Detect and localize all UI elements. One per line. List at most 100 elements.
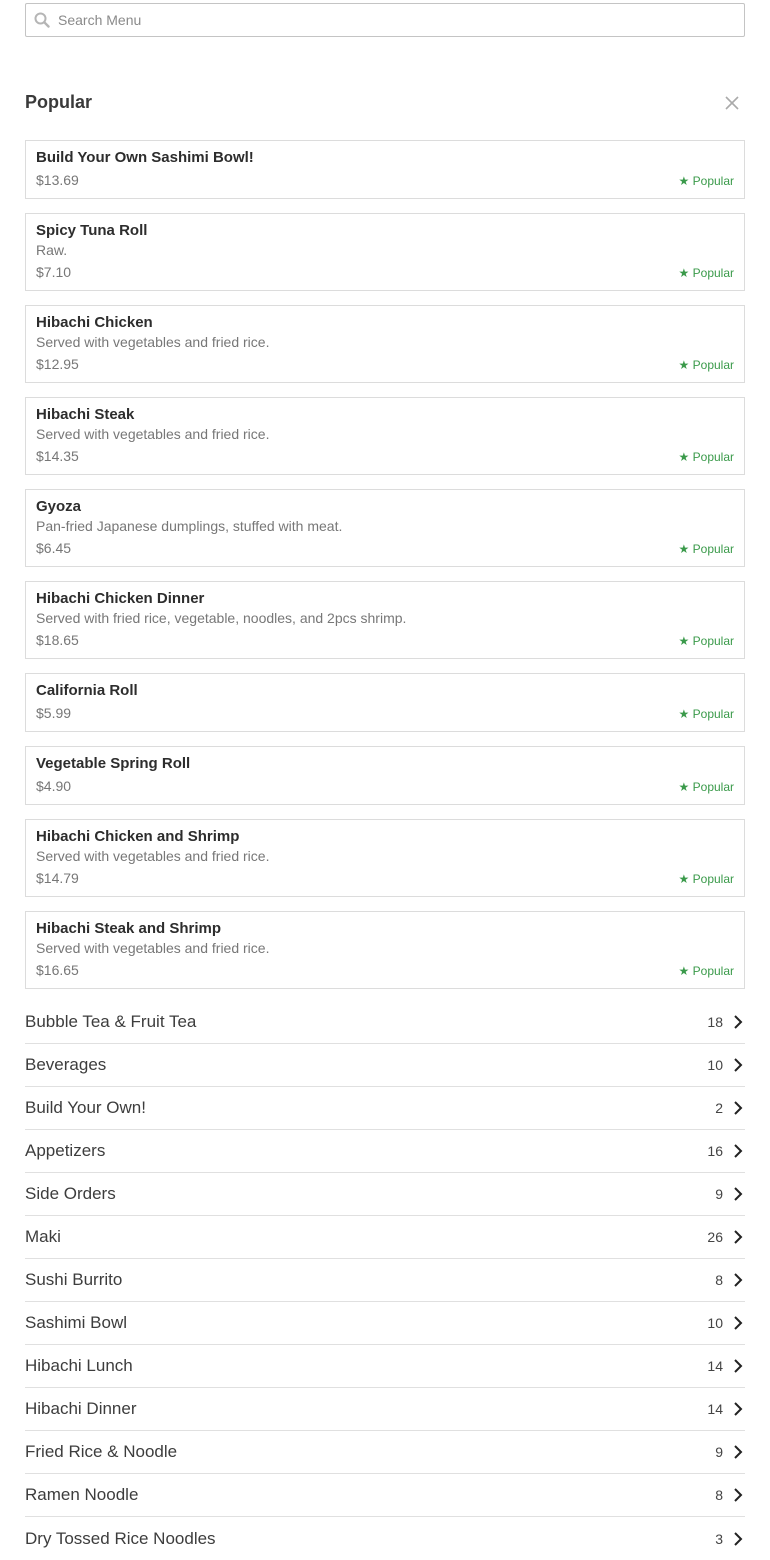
chevron-right-icon (734, 1187, 743, 1201)
category-count: 9 (715, 1444, 723, 1460)
popular-badge: ★ Popular (678, 780, 734, 794)
category-count: 8 (715, 1487, 723, 1503)
menu-item-price: $5.99 (36, 705, 72, 721)
popular-items-list: Build Your Own Sashimi Bowl! $13.69 ★ Popu… (25, 140, 745, 989)
menu-item-description: Served with vegetables and fried rice. (36, 940, 270, 956)
search-input[interactable] (56, 11, 700, 29)
menu-item-card[interactable]: Gyoza Pan-fried Japanese dumplings, stuff… (25, 489, 745, 567)
chevron-right-icon (734, 1144, 743, 1158)
popular-badge: ★ Popular (678, 707, 734, 721)
menu-item-name: Build Your Own Sashimi Bowl! (36, 149, 254, 166)
menu-item-card[interactable]: Vegetable Spring Roll $4.90 ★ Popular (25, 746, 745, 805)
category-row[interactable]: Sashimi Bowl 10 (25, 1302, 745, 1345)
category-row[interactable]: Side Orders 9 (25, 1173, 745, 1216)
category-name: Fried Rice & Noodle (25, 1442, 178, 1461)
search-icon (34, 12, 50, 28)
menu-item-card[interactable]: Hibachi Chicken Dinner Served with fried … (25, 581, 745, 659)
menu-item-description: Pan-fried Japanese dumplings, stuffed wi… (36, 518, 343, 534)
menu-item-description: Served with vegetables and fried rice. (36, 848, 270, 864)
category-row[interactable]: Build Your Own! 2 (25, 1087, 745, 1130)
menu-item-name: Hibachi Chicken Dinner (36, 590, 205, 607)
category-row[interactable]: Sushi Burrito 8 (25, 1259, 745, 1302)
category-row[interactable]: Dry Tossed Rice Noodles 3 (25, 1517, 745, 1560)
category-name: Sushi Burrito (25, 1270, 123, 1289)
category-row[interactable]: Fried Rice & Noodle 9 (25, 1431, 745, 1474)
menu-item-price: $13.69 (36, 172, 79, 188)
menu-item-card[interactable]: Hibachi Steak and Shrimp Served with vege… (25, 911, 745, 989)
menu-item-name: Hibachi Chicken (36, 314, 153, 331)
menu-item-description: Served with vegetables and fried rice. (36, 334, 270, 350)
category-name: Sashimi Bowl (25, 1313, 128, 1332)
menu-item-card[interactable]: Spicy Tuna Roll Raw. $7.10 ★ Popular (25, 213, 745, 291)
popular-badge: ★ Popular (678, 174, 734, 188)
menu-item-price: $14.35 (36, 448, 79, 464)
category-row[interactable]: Ramen Noodle 8 (25, 1474, 745, 1517)
menu-item-card[interactable]: Hibachi Steak Served with vegetables and … (25, 397, 745, 475)
category-name: Bubble Tea & Fruit Tea (25, 1012, 197, 1031)
menu-item-description: Served with fried rice, vegetable, noodl… (36, 610, 407, 626)
category-count: 26 (707, 1229, 723, 1245)
category-row[interactable]: Hibachi Dinner 14 (25, 1388, 745, 1431)
menu-item-name: Hibachi Steak (36, 406, 135, 423)
category-name: Dry Tossed Rice Noodles (25, 1528, 216, 1548)
popular-badge: ★ Popular (678, 266, 734, 280)
chevron-right-icon (734, 1445, 743, 1459)
chevron-right-icon (734, 1230, 743, 1244)
category-name: Side Orders (25, 1184, 116, 1203)
menu-item-card[interactable]: Hibachi Chicken Served with vegetables an… (25, 305, 745, 383)
menu-item-price: $6.45 (36, 540, 72, 556)
category-row[interactable]: Beverages 10 (25, 1044, 745, 1087)
popular-badge: ★ Popular (678, 450, 734, 464)
popular-badge: ★ Popular (678, 634, 734, 648)
search-box[interactable] (25, 3, 745, 37)
popular-badge: ★ Popular (678, 964, 734, 978)
popular-section-header: Popular (25, 37, 745, 112)
close-icon[interactable] (725, 96, 739, 110)
category-count: 10 (707, 1315, 723, 1331)
menu-item-name: Hibachi Steak and Shrimp (36, 920, 222, 937)
popular-badge: ★ Popular (678, 872, 734, 886)
chevron-right-icon (734, 1488, 743, 1502)
category-name: Build Your Own! (25, 1098, 146, 1117)
category-count: 3 (715, 1530, 723, 1547)
category-count: 14 (707, 1401, 723, 1417)
chevron-right-icon (734, 1058, 743, 1072)
category-name: Appetizers (25, 1141, 106, 1160)
chevron-right-icon (734, 1531, 743, 1546)
category-row[interactable]: Maki 26 (25, 1216, 745, 1259)
category-count: 9 (715, 1186, 723, 1202)
category-count: 10 (707, 1057, 723, 1073)
menu-item-name: Gyoza (36, 498, 82, 515)
category-count: 8 (715, 1272, 723, 1288)
category-name: Hibachi Dinner (25, 1399, 137, 1418)
category-count: 16 (707, 1143, 723, 1159)
popular-badge: ★ Popular (678, 358, 734, 372)
menu-item-price: $7.10 (36, 264, 72, 280)
menu-item-price: $14.79 (36, 870, 79, 886)
popular-badge: ★ Popular (678, 542, 734, 556)
menu-item-price: $12.95 (36, 356, 79, 372)
menu-item-price: $4.90 (36, 778, 72, 794)
menu-item-card[interactable]: California Roll $5.99 ★ Popular (25, 673, 745, 732)
menu-item-card[interactable]: Hibachi Chicken and Shrimp Served with ve… (25, 819, 745, 897)
menu-item-price: $16.65 (36, 962, 79, 978)
category-row[interactable]: Appetizers 16 (25, 1130, 745, 1173)
category-list: Bubble Tea & Fruit Tea 18 Beverages 10 Build… (25, 1001, 745, 1560)
menu-item-name: Hibachi Chicken and Shrimp (36, 828, 240, 845)
menu-item-card[interactable]: Build Your Own Sashimi Bowl! $13.69 ★ Popu… (25, 140, 745, 199)
category-name: Beverages (25, 1055, 107, 1074)
chevron-right-icon (734, 1015, 743, 1029)
menu-item-price: $18.65 (36, 632, 79, 648)
chevron-right-icon (734, 1359, 743, 1373)
category-name: Hibachi Lunch (25, 1356, 133, 1375)
category-name: Ramen Noodle (25, 1485, 139, 1504)
menu-item-description: Served with vegetables and fried rice. (36, 426, 270, 442)
category-count: 18 (707, 1014, 723, 1030)
menu-item-name: California Roll (36, 682, 138, 699)
category-row[interactable]: Bubble Tea & Fruit Tea 18 (25, 1001, 745, 1044)
chevron-right-icon (734, 1402, 743, 1416)
menu-item-name: Vegetable Spring Roll (36, 755, 191, 772)
chevron-right-icon (734, 1101, 743, 1115)
category-row[interactable]: Hibachi Lunch 14 (25, 1345, 745, 1388)
menu-item-name: Spicy Tuna Roll (36, 222, 148, 239)
